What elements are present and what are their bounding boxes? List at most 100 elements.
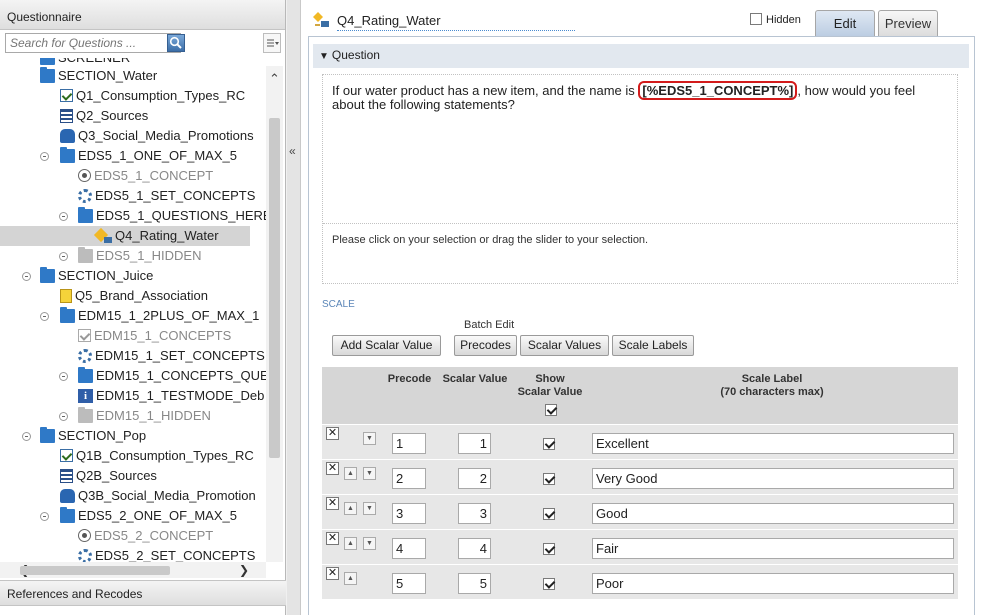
header-line: Scale Label xyxy=(741,373,803,385)
tree-item-q5[interactable]: Q5_Brand_Association xyxy=(60,286,208,306)
tab-edit[interactable]: Edit xyxy=(815,10,875,36)
scale-label-input[interactable] xyxy=(592,503,954,524)
move-up-arrow-icon[interactable]: ▲ xyxy=(344,502,357,515)
expand-toggle-icon[interactable] xyxy=(40,312,49,321)
move-down-arrow-icon[interactable]: ▼ xyxy=(363,502,376,515)
expand-toggle-icon[interactable] xyxy=(40,152,49,161)
tree-item-eds5-1-hidden[interactable]: EDS5_1_HIDDEN xyxy=(78,246,202,266)
tree-item-q3[interactable]: Q3_Social_Media_Promotions xyxy=(60,126,254,146)
batch-scale-labels-button[interactable]: Scale Labels xyxy=(612,335,694,356)
expand-toggle-icon[interactable] xyxy=(59,412,68,421)
move-down-arrow-icon[interactable]: ▼ xyxy=(363,467,376,480)
show-scalar-checkbox[interactable] xyxy=(543,473,555,485)
tree-item-eds5-1-one-of-max[interactable]: EDS5_1_ONE_OF_MAX_5 xyxy=(60,146,237,166)
delete-row-icon[interactable]: ✕ xyxy=(326,462,339,475)
batch-precodes-button[interactable]: Precodes xyxy=(454,335,517,356)
scroll-up-arrow-icon[interactable]: ⌃ xyxy=(266,70,283,87)
search-input[interactable] xyxy=(5,33,181,53)
show-scalar-checkbox[interactable] xyxy=(543,543,555,555)
scale-label-input[interactable] xyxy=(592,433,954,454)
tree-item-q3b[interactable]: Q3B_Social_Media_Promotion xyxy=(60,486,256,506)
tree-item-edm15-1-concepts-que[interactable]: EDM15_1_CONCEPTS_QUE xyxy=(78,366,269,386)
show-all-scalar-checkbox[interactable] xyxy=(545,404,557,416)
tree-item-q4-rating-water[interactable]: Q4_Rating_Water xyxy=(0,226,250,246)
scale-label-input[interactable] xyxy=(592,468,954,489)
scalar-value-input[interactable] xyxy=(458,468,491,489)
delete-row-icon[interactable]: ✕ xyxy=(326,427,339,440)
tree-item-q2[interactable]: Q2_Sources xyxy=(60,106,148,126)
hidden-checkbox[interactable] xyxy=(750,13,762,25)
scrollbar-thumb[interactable] xyxy=(269,118,280,458)
move-up-arrow-icon[interactable]: ▲ xyxy=(344,572,357,585)
tree-item-q2b[interactable]: Q2B_Sources xyxy=(60,466,157,486)
show-scalar-checkbox[interactable] xyxy=(543,508,555,520)
precode-input[interactable] xyxy=(392,468,426,489)
question-text-editor[interactable]: If our water product has a new item, and… xyxy=(322,74,958,284)
question-title-field[interactable]: Q4_Rating_Water xyxy=(337,13,575,31)
column-header-scale-label: Scale Label (70 characters max) xyxy=(602,373,942,399)
radio-question-icon xyxy=(78,529,91,542)
move-up-arrow-icon[interactable]: ▲ xyxy=(344,537,357,550)
add-scalar-value-button[interactable]: Add Scalar Value xyxy=(332,335,441,356)
expand-toggle-icon[interactable] xyxy=(59,252,68,261)
move-up-arrow-icon[interactable]: ▲ xyxy=(344,467,357,480)
tree-item-eds5-1-questions-here[interactable]: EDS5_1_QUESTIONS_HERE xyxy=(78,206,270,226)
expand-toggle-icon[interactable] xyxy=(22,432,31,441)
scrollbar-thumb[interactable] xyxy=(20,566,170,575)
scale-label-input[interactable] xyxy=(592,538,954,559)
collapse-triangle-icon[interactable]: ▼ xyxy=(319,51,329,62)
scalar-value-input[interactable] xyxy=(458,573,491,594)
references-panel-title[interactable]: References and Recodes xyxy=(0,580,286,606)
question-section-header[interactable]: ▼ Question xyxy=(313,44,969,68)
tree-item-section-juice[interactable]: SECTION_Juice xyxy=(40,266,153,286)
precode-input[interactable] xyxy=(392,573,426,594)
tree-item-edm15-1-hidden[interactable]: EDM15_1_HIDDEN xyxy=(78,406,211,426)
delete-row-icon[interactable]: ✕ xyxy=(326,567,339,580)
tree-item-edm15-1-testmode[interactable]: EDM15_1_TESTMODE_Deb xyxy=(78,386,264,406)
collapse-left-icon[interactable]: « xyxy=(289,144,296,158)
batch-scalar-values-button[interactable]: Scalar Values xyxy=(520,335,609,356)
expand-toggle-icon[interactable] xyxy=(22,272,31,281)
show-scalar-checkbox[interactable] xyxy=(543,438,555,450)
delete-row-icon[interactable]: ✕ xyxy=(326,497,339,510)
search-button[interactable] xyxy=(167,34,185,52)
header-line: Scalar Value xyxy=(517,386,583,398)
move-down-arrow-icon[interactable]: ▼ xyxy=(363,432,376,445)
concept-variable-token[interactable]: [%EDS5_1_CONCEPT%] xyxy=(638,81,798,100)
precode-input[interactable] xyxy=(392,433,426,454)
filter-menu-button[interactable] xyxy=(263,33,281,53)
move-down-arrow-icon[interactable]: ▼ xyxy=(363,537,376,550)
tree-item-edm15-1-set-concepts[interactable]: EDM15_1_SET_CONCEPTS xyxy=(78,346,265,366)
tree-item-eds5-1-set-concepts[interactable]: EDS5_1_SET_CONCEPTS xyxy=(78,186,255,206)
tree-vertical-scrollbar[interactable]: ⌃ xyxy=(266,66,283,562)
tree-item-eds5-2-concept[interactable]: EDS5_2_CONCEPT xyxy=(78,526,213,546)
scale-label-input[interactable] xyxy=(592,573,954,594)
expand-toggle-icon[interactable] xyxy=(59,212,68,221)
tree-item-section-water[interactable]: SECTION_Water xyxy=(40,66,157,86)
tree-item-eds5-2-one-of-max[interactable]: EDS5_2_ONE_OF_MAX_5 xyxy=(60,506,237,526)
tree-item-section-pop[interactable]: SECTION_Pop xyxy=(40,426,146,446)
tree-horizontal-scrollbar[interactable]: ❮ ❯ xyxy=(0,562,266,578)
scale-row: ✕ ▲ ▼ xyxy=(322,530,958,565)
scalar-value-input[interactable] xyxy=(458,538,491,559)
tree-item-eds5-2-set-concepts[interactable]: EDS5_2_SET_CONCEPTS xyxy=(78,546,255,563)
tree-item-q1[interactable]: Q1_Consumption_Types_RC xyxy=(60,86,245,106)
scroll-right-arrow-icon[interactable]: ❯ xyxy=(236,562,252,578)
scalar-value-input[interactable] xyxy=(458,433,491,454)
precode-input[interactable] xyxy=(392,538,426,559)
tree-item-edm15-1-concepts[interactable]: EDM15_1_CONCEPTS xyxy=(78,326,231,346)
delete-row-icon[interactable]: ✕ xyxy=(326,532,339,545)
question-text[interactable]: If our water product has a new item, and… xyxy=(332,81,932,112)
tree-item-eds5-1-concept[interactable]: EDS5_1_CONCEPT xyxy=(78,166,213,186)
expand-toggle-icon[interactable] xyxy=(40,512,49,521)
precode-input[interactable] xyxy=(392,503,426,524)
show-scalar-checkbox[interactable] xyxy=(543,578,555,590)
tab-preview[interactable]: Preview xyxy=(878,10,938,36)
question-instruction[interactable]: Please click on your selection or drag t… xyxy=(332,234,648,246)
scalar-value-input[interactable] xyxy=(458,503,491,524)
panel-splitter[interactable]: « xyxy=(287,0,301,615)
checkbox-question-icon xyxy=(60,449,73,462)
tree-item-q1b[interactable]: Q1B_Consumption_Types_RC xyxy=(60,446,254,466)
tree-item-edm15-1-2plus[interactable]: EDM15_1_2PLUS_OF_MAX_1 xyxy=(60,306,259,326)
expand-toggle-icon[interactable] xyxy=(59,372,68,381)
